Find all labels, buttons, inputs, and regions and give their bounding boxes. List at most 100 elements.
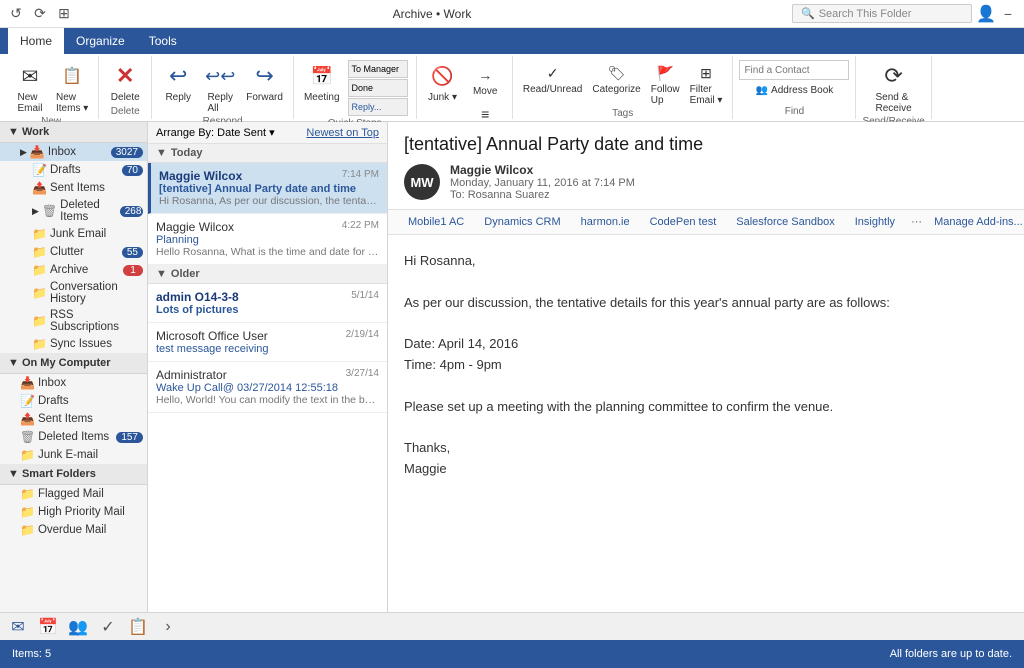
search-bar[interactable]: 🔍 Search This Folder (792, 4, 972, 23)
notes-nav-icon[interactable]: 📋 (124, 615, 152, 639)
mail-nav-icon[interactable]: ✉ (4, 615, 32, 639)
omc-deleted-label: Deleted Items (38, 431, 109, 443)
find-contact-input[interactable] (739, 60, 849, 80)
sidebar-item-rss[interactable]: 📁 RSS Subscriptions (0, 307, 147, 335)
manage-add-ins-button[interactable]: Manage Add-ins... (934, 216, 1023, 228)
omc-expand-icon[interactable]: ▼ (8, 357, 19, 369)
email-item-4[interactable]: Microsoft Office User 2/19/14 test messa… (148, 323, 387, 362)
sidebar-item-high-priority[interactable]: 📁 High Priority Mail (0, 503, 147, 521)
forward-button[interactable]: ↪ Forward (242, 58, 287, 105)
overdue-label: Overdue Mail (38, 524, 106, 536)
email-subject-4: test message receiving (156, 343, 379, 355)
account-icon[interactable]: 👤 (978, 6, 994, 22)
tab-home[interactable]: Home (8, 28, 64, 54)
sidebar-item-omc-drafts[interactable]: 📝 Drafts (0, 392, 147, 410)
find-group-label: Find (785, 106, 804, 117)
archive-badge: 1 (123, 265, 143, 276)
more-nav-icon[interactable]: › (154, 615, 182, 639)
today-expand-icon[interactable]: ▼ (156, 147, 167, 159)
delete-button[interactable]: ✕ Delete (105, 58, 145, 105)
sidebar-item-deleted[interactable]: ▶ 🗑 Deleted Items 268 (0, 197, 147, 225)
follow-up-label: FollowUp (651, 84, 680, 106)
new-items-icon: 📋 (56, 60, 88, 92)
sidebar-item-overdue[interactable]: 📁 Overdue Mail (0, 521, 147, 539)
add-in-mobile1ac[interactable]: Mobile1 AC (404, 214, 468, 230)
reply-all-button[interactable]: ↩↩ ReplyAll (200, 58, 240, 116)
add-in-harmon[interactable]: harmon.ie (577, 214, 634, 230)
new-items-button[interactable]: 📋 NewItems ▾ (52, 58, 92, 116)
reply-button[interactable]: ↩ Reply (158, 58, 198, 105)
follow-up-button[interactable]: 🚩 FollowUp (647, 60, 684, 108)
junk-label: Junk ▾ (428, 92, 457, 103)
app-icon[interactable]: ⊞ (56, 6, 72, 22)
send-receive-button[interactable]: ⟳ Send &Receive (872, 58, 916, 116)
add-in-more-button[interactable]: ··· (911, 216, 922, 228)
reply-all-label: ReplyAll (207, 92, 233, 114)
new-email-icon: ✉ (14, 60, 46, 92)
email-item-1[interactable]: Maggie Wilcox 7:14 PM [tentative] Annual… (148, 163, 387, 214)
sidebar-item-omc-deleted[interactable]: 🗑 Deleted Items 157 (0, 428, 147, 446)
email-group-older: ▼ Older (148, 265, 387, 284)
reply-label: Reply (165, 92, 191, 103)
sidebar-item-archive[interactable]: 📁 Archive 1 (0, 261, 147, 279)
junk-button[interactable]: 🚫 Junk ▾ (423, 58, 463, 105)
ribbon-group-new: ✉ NewEmail 📋 NewItems ▾ New (4, 56, 99, 119)
meeting-icon: 📅 (306, 60, 338, 92)
sent-folder-icon: 📤 (32, 181, 47, 195)
arrange-by-label[interactable]: Arrange By: Date Sent ▾ (156, 126, 275, 139)
add-in-codepen[interactable]: CodePen test (646, 214, 721, 230)
email-item-2[interactable]: Maggie Wilcox 4:22 PM Planning Hello Ros… (148, 214, 387, 265)
address-book-button[interactable]: 👥 Address Book (739, 83, 849, 98)
tasks-nav-icon[interactable]: ✓ (94, 615, 122, 639)
expand-deleted-icon[interactable]: ▶ (32, 206, 39, 217)
calendar-nav-icon[interactable]: 📅 (34, 615, 62, 639)
email-item-5[interactable]: Administrator 3/27/14 Wake Up Call@ 03/2… (148, 362, 387, 413)
deleted-label: Deleted Items (60, 199, 117, 223)
work-section-header: ▼ Work (0, 122, 147, 143)
newest-on-top-button[interactable]: Newest on Top (306, 127, 379, 139)
sidebar-item-drafts[interactable]: 📝 Drafts 70 (0, 161, 147, 179)
sidebar-item-sync[interactable]: 📁 Sync Issues (0, 335, 147, 353)
sidebar-item-junk[interactable]: 📁 Junk Email (0, 225, 147, 243)
sidebar-item-omc-sent[interactable]: 📤 Sent Items (0, 410, 147, 428)
sidebar-item-omc-junk[interactable]: 📁 Junk E-mail (0, 446, 147, 464)
people-nav-icon[interactable]: 👥 (64, 615, 92, 639)
sidebar-item-sent[interactable]: 📤 Sent Items (0, 179, 147, 197)
meeting-label: Meeting (304, 92, 340, 103)
read-unread-button[interactable]: ✓ Read/Unread (519, 60, 586, 97)
refresh-icon[interactable]: ⟳ (32, 6, 48, 22)
inbox-label: Inbox (48, 146, 76, 158)
send-receive-icon: ⟳ (878, 60, 910, 92)
read-unread-label: Read/Unread (523, 84, 582, 95)
today-label: Today (171, 147, 203, 159)
tab-organize[interactable]: Organize (64, 28, 137, 54)
minimize-icon[interactable]: − (1000, 6, 1016, 22)
filter-email-button[interactable]: ⊞ FilterEmail ▾ (686, 60, 727, 108)
sidebar-item-conv-history[interactable]: 📁 Conversation History (0, 279, 147, 307)
deleted-folder-icon: 🗑 (42, 204, 57, 218)
new-email-button[interactable]: ✉ NewEmail (10, 58, 50, 116)
sf-expand-icon[interactable]: ▼ (8, 468, 19, 480)
sidebar-item-flagged[interactable]: 📁 Flagged Mail (0, 485, 147, 503)
drafts-label: Drafts (50, 164, 81, 176)
work-expand-icon[interactable]: ▼ (8, 126, 19, 138)
move-button[interactable]: → Move (465, 62, 506, 99)
add-in-insightly[interactable]: Insightly (851, 214, 899, 230)
sidebar-item-clutter[interactable]: 📁 Clutter 55 (0, 243, 147, 261)
email-item-3[interactable]: admin O14-3-8 5/1/14 Lots of pictures (148, 284, 387, 323)
sidebar-item-omc-inbox[interactable]: 📥 Inbox (0, 374, 147, 392)
sidebar-item-inbox[interactable]: ▶ 📥 Inbox 3027 (0, 143, 147, 161)
sender-avatar: MW (404, 164, 440, 200)
meeting-button[interactable]: 📅 Meeting (300, 58, 344, 105)
add-in-dynamics[interactable]: Dynamics CRM (480, 214, 564, 230)
email-time-1: 7:14 PM (342, 169, 379, 180)
omc-inbox-label: Inbox (38, 377, 66, 389)
categorize-button[interactable]: 🏷 Categorize (588, 60, 644, 97)
older-expand-icon[interactable]: ▼ (156, 268, 167, 280)
email-sender-4: Microsoft Office User (156, 329, 268, 343)
email-time-2: 4:22 PM (342, 220, 379, 231)
back-icon[interactable]: ↺ (8, 6, 24, 22)
add-in-salesforce[interactable]: Salesforce Sandbox (732, 214, 838, 230)
expand-inbox-icon[interactable]: ▶ (20, 147, 27, 158)
tab-tools[interactable]: Tools (137, 28, 189, 54)
